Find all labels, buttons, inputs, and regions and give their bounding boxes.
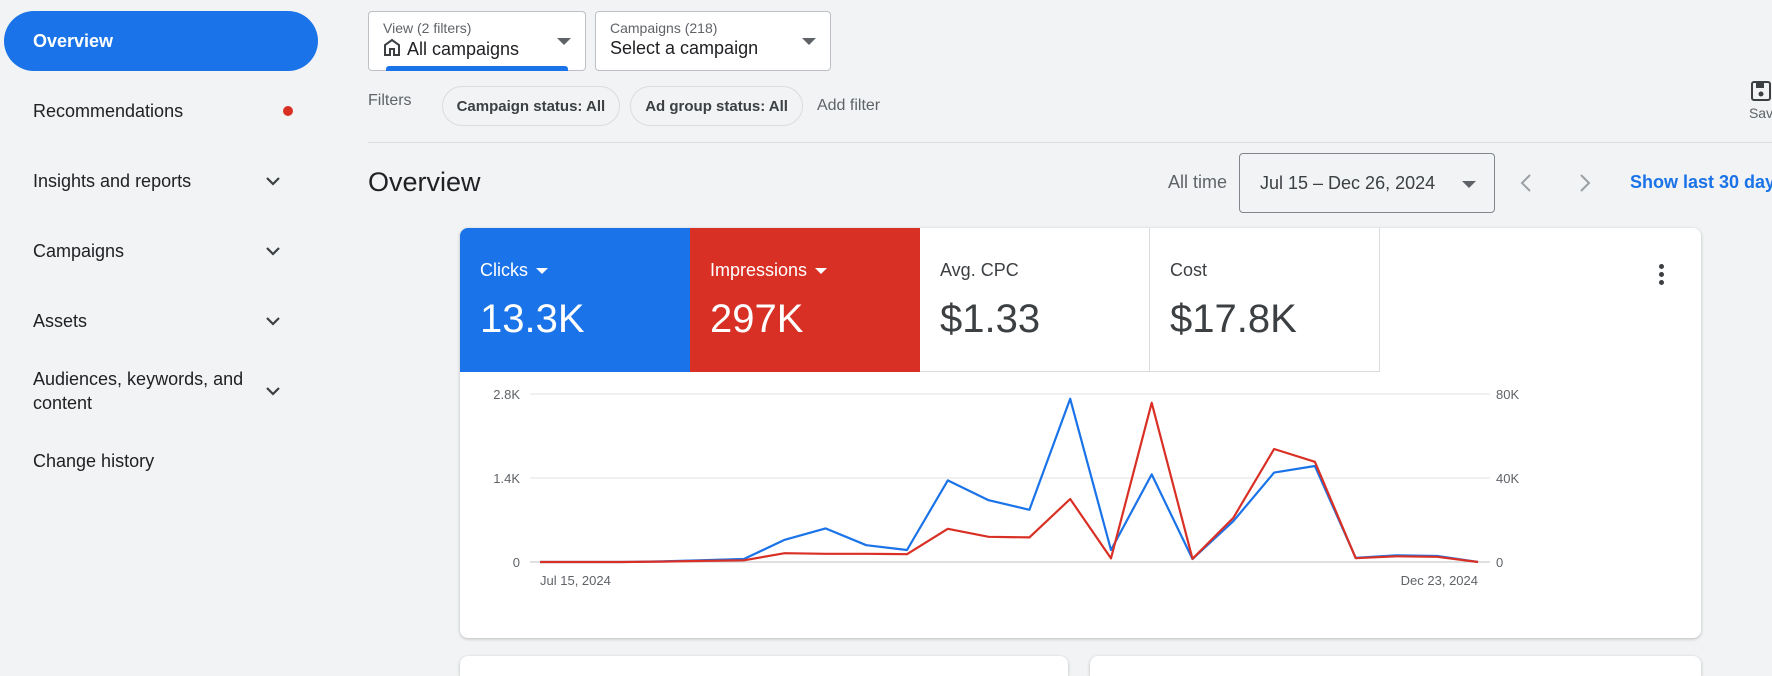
metric-label: Avg. CPC <box>940 260 1019 281</box>
metric-clicks[interactable]: Clicks 13.3K <box>460 228 690 372</box>
view-selector-value: All campaigns <box>407 39 519 60</box>
chevron-down-icon <box>261 239 285 263</box>
metric-value: $1.33 <box>940 297 1129 342</box>
dropdown-caret-icon <box>536 268 548 274</box>
sidebar-item-assets[interactable]: Assets <box>4 291 318 351</box>
sidebar-nav: Overview Recommendations Insights and re… <box>0 0 330 662</box>
metric-label: Clicks <box>480 260 528 281</box>
sidebar-item-label: Audiences, keywords, and content <box>33 367 251 415</box>
chevron-right-icon <box>1579 173 1591 193</box>
chevron-down-icon <box>261 379 285 403</box>
all-time-label: All time <box>1168 172 1227 193</box>
building-icon <box>383 38 401 61</box>
sidebar-item-audiences[interactable]: Audiences, keywords, and content <box>4 361 318 421</box>
sidebar-item-overview[interactable]: Overview <box>4 11 318 71</box>
dropdown-caret-icon <box>1462 181 1476 188</box>
page-title: Overview <box>368 167 481 198</box>
date-range-picker[interactable]: Jul 15 – Dec 26, 2024 <box>1239 153 1495 213</box>
filters-label: Filters <box>368 92 412 110</box>
metric-label: Impressions <box>710 260 807 281</box>
save-button[interactable]: Sav <box>1740 80 1772 121</box>
sidebar-item-insights[interactable]: Insights and reports <box>4 151 318 211</box>
overview-chart-card: Clicks 13.3K Impressions 297K Avg. CPC $… <box>460 228 1701 638</box>
series-line-impressions <box>540 403 1478 562</box>
left-axis-tick: 2.8K <box>493 387 520 402</box>
sidebar-item-label: Change history <box>33 449 318 473</box>
sidebar-item-label: Campaigns <box>33 239 261 263</box>
metric-impressions[interactable]: Impressions 297K <box>690 228 920 372</box>
main-content: View (2 filters) All campaigns Campaigns… <box>330 0 1772 662</box>
metric-avg-cpc[interactable]: Avg. CPC $1.33 <box>920 228 1150 372</box>
campaign-selector-caption: Campaigns (218) <box>610 20 816 36</box>
metric-label: Cost <box>1170 260 1207 281</box>
chevron-down-icon <box>261 309 285 333</box>
chevron-down-icon <box>261 169 285 193</box>
bottom-card-left <box>460 656 1068 676</box>
campaign-status-chip[interactable]: Campaign status: All <box>442 86 621 126</box>
left-axis-tick: 1.4K <box>493 471 520 486</box>
x-axis-end-label: Dec 23, 2024 <box>1401 573 1478 588</box>
left-axis-tick: 0 <box>513 555 520 570</box>
notification-dot <box>283 106 293 116</box>
line-chart: 0 0 1.4K 40K 2.8K 80K Jul 15, 2024 Dec 23, 2024 <box>460 372 1701 638</box>
save-label: Sav <box>1740 105 1772 121</box>
bottom-card-right <box>1090 656 1701 676</box>
metric-value: 297K <box>710 297 899 342</box>
metric-cost[interactable]: Cost $17.8K <box>1150 228 1380 372</box>
chevron-left-icon <box>1520 173 1532 193</box>
save-icon <box>1750 89 1772 105</box>
dropdown-caret-icon <box>557 38 571 45</box>
sidebar-item-recommendations[interactable]: Recommendations <box>4 81 318 141</box>
sidebar-item-campaigns[interactable]: Campaigns <box>4 221 318 281</box>
ad-group-status-chip[interactable]: Ad group status: All <box>630 86 803 126</box>
selected-underline <box>386 66 568 71</box>
dropdown-caret-icon <box>815 268 827 274</box>
show-last-30-days-link[interactable]: Show last 30 days <box>1630 172 1772 193</box>
campaign-selector-value: Select a campaign <box>610 38 758 59</box>
next-period-button[interactable] <box>1573 171 1597 195</box>
metric-value: 13.3K <box>480 297 669 342</box>
add-filter-link[interactable]: Add filter <box>817 97 880 115</box>
right-axis-tick: 40K <box>1496 471 1519 486</box>
sidebar-item-label: Overview <box>33 29 318 53</box>
sidebar-item-label: Insights and reports <box>33 169 261 193</box>
view-selector[interactable]: View (2 filters) All campaigns <box>368 11 586 71</box>
more-options-icon[interactable] <box>1659 264 1665 288</box>
campaign-selector[interactable]: Campaigns (218) Select a campaign <box>595 11 831 71</box>
right-axis-tick: 80K <box>1496 387 1519 402</box>
date-range-value: Jul 15 – Dec 26, 2024 <box>1260 173 1435 194</box>
view-selector-caption: View (2 filters) <box>383 20 571 36</box>
previous-period-button[interactable] <box>1514 171 1538 195</box>
sidebar-item-change-history[interactable]: Change history <box>4 431 318 491</box>
dropdown-caret-icon <box>802 38 816 45</box>
x-axis-start-label: Jul 15, 2024 <box>540 573 611 588</box>
filters-row: Filters Campaign status: All Ad group st… <box>368 86 880 126</box>
right-axis-tick: 0 <box>1496 555 1503 570</box>
metric-value: $17.8K <box>1170 297 1359 342</box>
header-divider <box>368 142 1772 143</box>
sidebar-item-label: Assets <box>33 309 261 333</box>
sidebar-item-label: Recommendations <box>33 99 283 123</box>
